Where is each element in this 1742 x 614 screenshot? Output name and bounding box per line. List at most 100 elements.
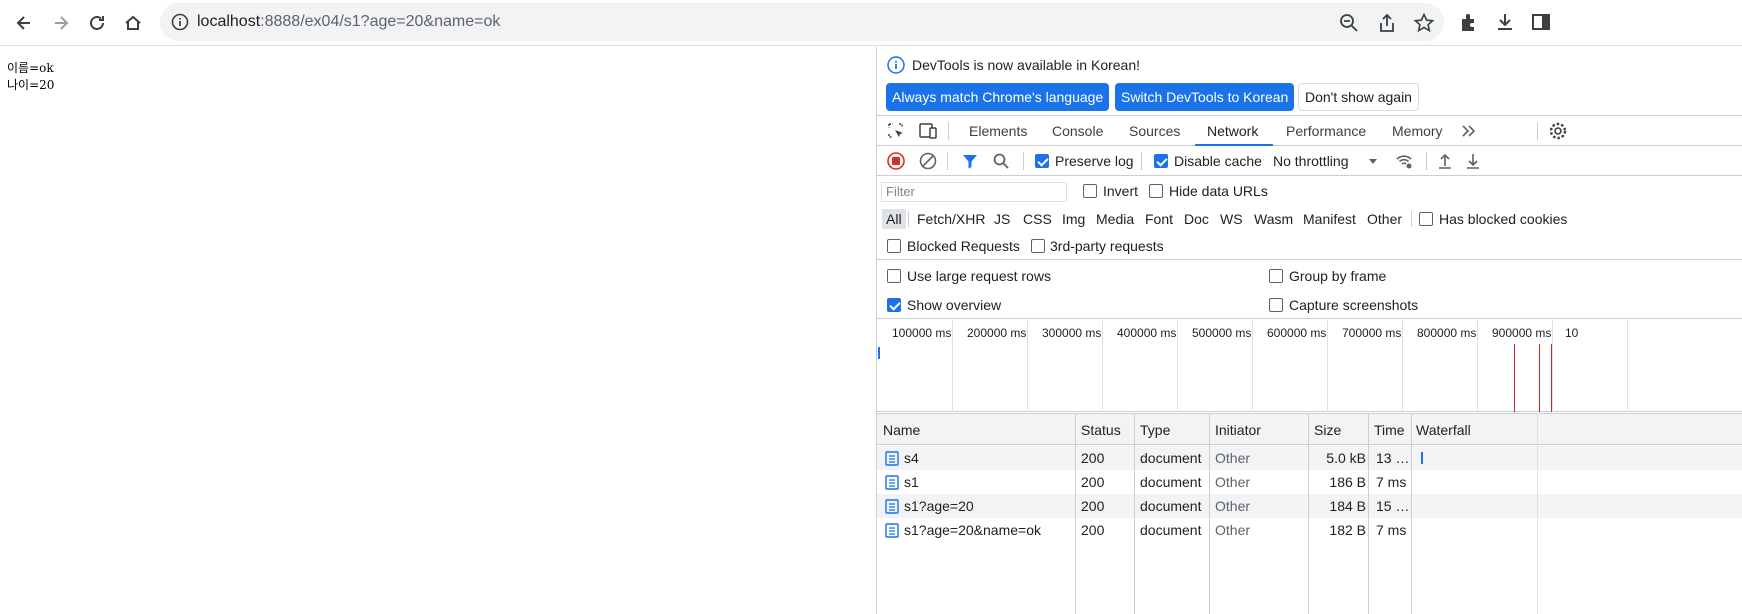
export-har-icon[interactable] [1463, 151, 1483, 171]
column-divider[interactable] [1308, 413, 1309, 614]
network-overview-timeline[interactable]: 100000 ms 200000 ms 300000 ms 400000 ms … [877, 320, 1742, 412]
third-party-label: 3rd-party requests [1050, 238, 1164, 254]
toolbar-divider [947, 152, 948, 170]
blocked-requests-checkbox[interactable] [887, 239, 901, 253]
device-toolbar-icon[interactable] [918, 121, 938, 141]
show-overview-checkbox[interactable] [887, 298, 901, 312]
col-time-header[interactable]: Time [1374, 422, 1405, 438]
type-filter-img[interactable]: Img [1058, 209, 1089, 229]
overview-gridline [1402, 320, 1403, 412]
disable-cache-label: Disable cache [1174, 153, 1262, 169]
col-name-header[interactable]: Name [883, 422, 920, 438]
column-divider[interactable] [1411, 413, 1412, 614]
type-filter-doc[interactable]: Doc [1180, 209, 1213, 229]
side-panel-icon[interactable] [1530, 11, 1552, 33]
column-divider[interactable] [1368, 413, 1369, 614]
table-row[interactable]: s1 200 document Other 186 B 7 ms [877, 470, 1742, 494]
tab-memory[interactable]: Memory [1392, 123, 1443, 139]
url-text[interactable]: localhost:8888/ex04/s1?age=20&name=ok [197, 13, 500, 31]
tab-console[interactable]: Console [1052, 123, 1103, 139]
type-filter-fetch-xhr[interactable]: Fetch/XHR [913, 209, 989, 229]
tab-sources[interactable]: Sources [1129, 123, 1180, 139]
clear-icon[interactable] [918, 151, 938, 171]
col-type-header[interactable]: Type [1140, 422, 1170, 438]
document-icon [885, 451, 899, 466]
extensions-puzzle-icon[interactable] [1458, 11, 1480, 33]
overview-tick-label: 500000 ms [1192, 326, 1252, 340]
overview-gridline [1027, 320, 1028, 412]
import-har-icon[interactable] [1435, 151, 1455, 171]
site-info-icon[interactable] [170, 12, 190, 32]
bookmark-star-icon[interactable] [1413, 12, 1435, 34]
type-filter-wasm[interactable]: Wasm [1250, 209, 1297, 229]
overview-tick-label: 10 [1565, 326, 1579, 340]
row-type: document [1140, 474, 1202, 490]
row-initiator: Other [1215, 498, 1251, 514]
overview-tick-label: 400000 ms [1117, 326, 1177, 340]
inspect-element-icon[interactable] [886, 121, 906, 141]
overview-tick-label: 300000 ms [1042, 326, 1102, 340]
capture-screenshots-checkbox[interactable] [1269, 298, 1283, 312]
download-icon[interactable] [1494, 11, 1516, 33]
column-divider[interactable] [1134, 413, 1135, 614]
type-filter-font[interactable]: Font [1141, 209, 1177, 229]
filter-funnel-icon[interactable] [960, 151, 980, 171]
tab-performance[interactable]: Performance [1286, 123, 1366, 139]
more-tabs-chevron-icon[interactable] [1459, 121, 1479, 141]
browser-toolbar: localhost:8888/ex04/s1?age=20&name=ok [0, 0, 1742, 46]
home-button[interactable] [119, 9, 147, 37]
type-filter-other[interactable]: Other [1363, 209, 1406, 229]
type-filter-ws[interactable]: WS [1216, 209, 1247, 229]
table-row[interactable]: s4 200 document Other 5.0 kB 13 … [877, 446, 1742, 470]
toolbar-divider [1141, 152, 1142, 170]
column-divider[interactable] [1209, 413, 1210, 614]
reload-button[interactable] [83, 9, 111, 37]
tab-elements[interactable]: Elements [969, 123, 1027, 139]
large-rows-checkbox[interactable] [887, 269, 901, 283]
record-stop-icon[interactable] [886, 151, 906, 171]
search-icon[interactable] [991, 151, 1011, 171]
hide-data-urls-checkbox[interactable] [1149, 184, 1163, 198]
col-status-header[interactable]: Status [1081, 422, 1121, 438]
table-row[interactable]: s1?age=20&name=ok 200 document Other 182… [877, 518, 1742, 542]
network-conditions-icon[interactable] [1394, 151, 1414, 171]
type-divider [908, 211, 909, 227]
has-blocked-cookies-checkbox[interactable] [1419, 212, 1433, 226]
chevron-down-icon[interactable] [1363, 151, 1383, 171]
col-size-header[interactable]: Size [1314, 422, 1341, 438]
column-divider[interactable] [1075, 413, 1076, 614]
forward-button[interactable] [47, 9, 75, 37]
col-waterfall-header[interactable]: Waterfall [1416, 422, 1471, 438]
overview-gridline [1552, 320, 1553, 412]
type-filter-manifest[interactable]: Manifest [1299, 209, 1360, 229]
type-filter-all[interactable]: All [882, 209, 906, 229]
overview-gridline [1627, 320, 1628, 412]
disable-cache-checkbox[interactable] [1154, 154, 1168, 168]
group-by-frame-checkbox[interactable] [1269, 269, 1283, 283]
type-filter-js[interactable]: JS [990, 209, 1014, 229]
address-bar[interactable]: localhost:8888/ex04/s1?age=20&name=ok [160, 3, 1444, 41]
type-filter-css[interactable]: CSS [1019, 209, 1056, 229]
invert-checkbox[interactable] [1083, 184, 1097, 198]
switch-korean-button[interactable]: Switch DevTools to Korean [1115, 83, 1295, 111]
tab-network[interactable]: Network [1207, 123, 1258, 139]
document-icon [885, 499, 899, 514]
filter-input[interactable]: Filter [881, 182, 1067, 202]
preserve-log-checkbox[interactable] [1035, 154, 1049, 168]
third-party-checkbox[interactable] [1031, 239, 1045, 253]
settings-gear-icon[interactable] [1548, 121, 1568, 141]
page-content: 이름=ok 나이=20 [0, 47, 876, 614]
zoom-icon[interactable] [1338, 12, 1360, 34]
match-language-button[interactable]: Always match Chrome's language [886, 83, 1110, 111]
table-row[interactable]: s1?age=20 200 document Other 184 B 15 … [877, 494, 1742, 518]
dont-show-again-button[interactable]: Don't show again [1298, 83, 1419, 111]
throttling-select[interactable]: No throttling [1273, 153, 1348, 169]
type-filter-media[interactable]: Media [1092, 209, 1138, 229]
share-icon[interactable] [1376, 12, 1398, 34]
row-status: 200 [1081, 522, 1105, 538]
back-button[interactable] [10, 9, 38, 37]
col-initiator-header[interactable]: Initiator [1215, 422, 1261, 438]
resource-type-filters: All Fetch/XHR JS CSS Img Media Font Doc … [877, 206, 1742, 232]
preserve-log-label: Preserve log [1055, 153, 1134, 169]
group-by-frame-label: Group by frame [1289, 268, 1387, 284]
